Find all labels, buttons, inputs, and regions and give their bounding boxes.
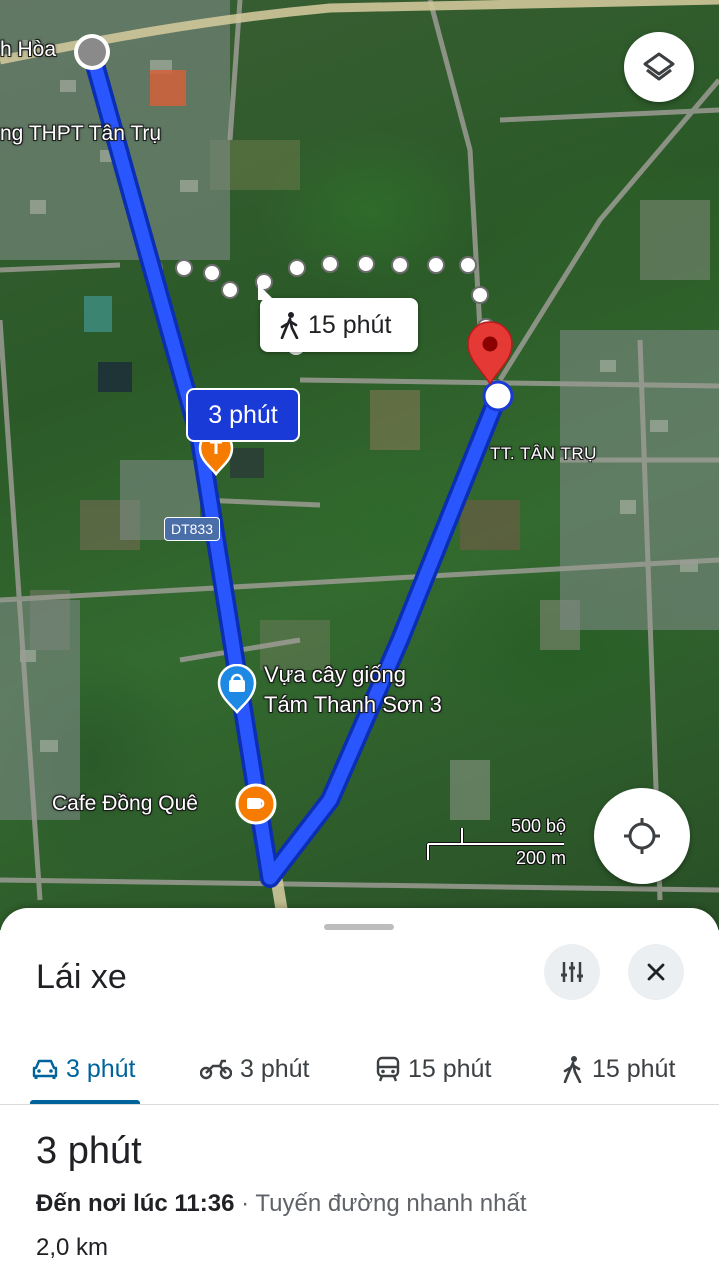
route-distance: 2,0 km xyxy=(36,1234,109,1261)
tab-walking[interactable]: 15 phút xyxy=(562,1036,675,1102)
walking-callout-time: 15 phút xyxy=(308,310,392,339)
route-note: Tuyến đường nhanh nhất xyxy=(255,1190,527,1217)
my-location-button[interactable] xyxy=(594,788,690,884)
directions-sheet: Lái xe 3 phút 3 phút 15 phút 15 phút 3 p… xyxy=(0,908,719,1280)
tab-walking-label: 15 phút xyxy=(592,1054,676,1083)
route-arrival-line: Đến nơi lúc 11:36 · Tuyến đường nhanh nh… xyxy=(36,1190,527,1218)
map-scale: 500 bộ 200 m xyxy=(424,816,574,876)
arrival-time: Đến nơi lúc 11:36 xyxy=(36,1190,235,1217)
tab-driving-label: 3 phút xyxy=(66,1054,136,1083)
walking-route-callout[interactable]: 15 phút xyxy=(258,284,418,352)
grey-origin-dot-icon xyxy=(74,34,110,70)
poi-label-nursery-line2: Tám Thanh Sơn 3 xyxy=(264,692,442,717)
sheet-title: Lái xe xyxy=(36,958,127,996)
poi-label-nursery[interactable]: Vựa cây giống Tám Thanh Sơn 3 xyxy=(264,660,442,720)
driving-callout-time: 3 phút xyxy=(208,400,278,429)
place-label-school[interactable]: ng THPT Tân Trụ xyxy=(0,122,161,146)
route-duration: 3 phút xyxy=(36,1130,142,1172)
walking-icon xyxy=(563,1056,582,1083)
scale-label-feet: 500 bộ xyxy=(510,816,566,836)
tab-transit[interactable]: 15 phút xyxy=(376,1036,491,1102)
driving-route-callout[interactable]: 3 phút xyxy=(186,388,300,442)
scale-label-meters: 200 m xyxy=(515,848,566,868)
motorbike-icon xyxy=(200,1059,232,1080)
tab-motorbike[interactable]: 3 phút xyxy=(200,1036,310,1102)
close-button[interactable] xyxy=(628,944,684,1000)
car-icon xyxy=(32,1059,58,1079)
poi-label-nursery-line1: Vựa cây giống xyxy=(264,662,406,687)
tab-driving[interactable]: 3 phút xyxy=(32,1036,136,1102)
place-label-hoa[interactable]: h Hòa xyxy=(0,38,56,62)
road-shield: DT833 xyxy=(164,517,220,541)
place-label-town[interactable]: TT. TÂN TRỤ xyxy=(490,444,597,464)
separator: · xyxy=(234,1190,256,1217)
travel-mode-tabs: 3 phút 3 phút 15 phút 15 phút xyxy=(0,1036,719,1106)
sheet-drag-handle[interactable] xyxy=(324,924,394,930)
close-icon xyxy=(647,963,665,981)
route-options-button[interactable] xyxy=(544,944,600,1000)
poi-label-cafe[interactable]: Cafe Đồng Quê xyxy=(52,792,198,816)
transit-icon xyxy=(376,1056,400,1082)
walking-icon xyxy=(280,312,299,339)
divider xyxy=(0,1104,719,1105)
tab-transit-label: 15 phút xyxy=(408,1054,492,1083)
layers-icon xyxy=(643,52,675,81)
poi-cafe-icon[interactable] xyxy=(234,782,278,826)
map-view[interactable]: h Hòa ng THPT Tân Trụ TT. TÂN TRỤ Vựa câ… xyxy=(0,0,719,930)
layers-button[interactable] xyxy=(624,32,694,102)
tab-motorbike-label: 3 phút xyxy=(240,1054,310,1083)
tune-icon xyxy=(561,962,583,982)
poi-shop-pin-icon[interactable] xyxy=(216,664,258,714)
my-location-icon xyxy=(624,818,660,854)
